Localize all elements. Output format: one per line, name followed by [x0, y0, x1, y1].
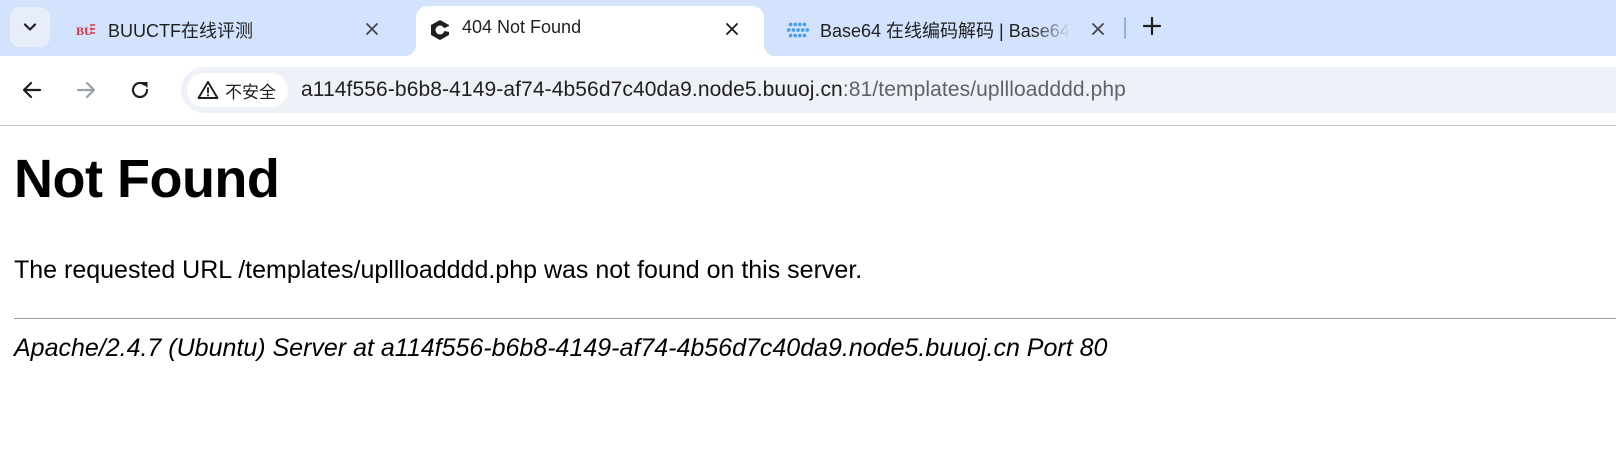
tab-title: Base64 在线编码解码 | Base64	[820, 21, 1070, 41]
back-button[interactable]	[14, 72, 50, 108]
url-host: a114f556-b6b8-4149-af74-4b56d7c40da9.nod…	[301, 78, 843, 101]
tab-close-button[interactable]	[718, 15, 746, 43]
arrow-left-icon	[22, 81, 42, 99]
plus-icon	[1142, 16, 1162, 36]
page-heading: Not Found	[14, 149, 280, 209]
arrow-right-icon	[76, 81, 96, 99]
tab-title: 404 Not Found	[462, 17, 582, 37]
error-message: The requested URL /templates/upllloadddd…	[14, 256, 863, 284]
buuctf-logo-icon: BU	[74, 18, 98, 42]
browser-toolbar: 不安全 a114f556-b6b8-4149-af74-4b56d7c40da9…	[0, 56, 1616, 126]
url-text[interactable]: a114f556-b6b8-4149-af74-4b56d7c40da9.nod…	[301, 78, 1126, 102]
tab-title: BUUCTF在线评测	[108, 21, 253, 41]
reload-button[interactable]	[122, 72, 158, 108]
tab-close-button[interactable]	[1084, 15, 1112, 43]
reload-icon	[131, 81, 149, 99]
close-icon	[726, 23, 738, 35]
forward-button[interactable]	[68, 72, 104, 108]
site-logo-icon	[428, 18, 452, 42]
close-icon	[1092, 23, 1104, 35]
tab-base64[interactable]: Base64 在线编码解码 | Base64	[774, 6, 1118, 56]
security-chip[interactable]: 不安全	[187, 73, 288, 107]
tab-separator	[1124, 17, 1126, 39]
svg-text:BU: BU	[76, 24, 93, 38]
warning-icon	[197, 81, 219, 99]
base64-logo-icon	[786, 18, 810, 42]
security-chip-label: 不安全	[225, 82, 276, 102]
horizontal-rule	[14, 318, 1616, 319]
tab-close-button[interactable]	[358, 15, 386, 43]
server-signature: Apache/2.4.7 (Ubuntu) Server at a114f556…	[14, 334, 1108, 362]
tab-buuctf[interactable]: BU BUUCTF在线评测	[62, 6, 406, 56]
address-bar[interactable]: 不安全 a114f556-b6b8-4149-af74-4b56d7c40da9…	[181, 67, 1616, 113]
tab-search-button[interactable]	[10, 7, 50, 47]
tab-strip: BU BUUCTF在线评测 404 Not Found Base64 在线编码解…	[0, 0, 1616, 56]
new-tab-button[interactable]	[1136, 10, 1168, 42]
chevron-down-icon	[23, 23, 37, 31]
close-icon	[366, 23, 378, 35]
url-path: :81/templates/upllloadddd.php	[842, 78, 1126, 101]
tab-404-not-found[interactable]: 404 Not Found	[404, 6, 776, 56]
